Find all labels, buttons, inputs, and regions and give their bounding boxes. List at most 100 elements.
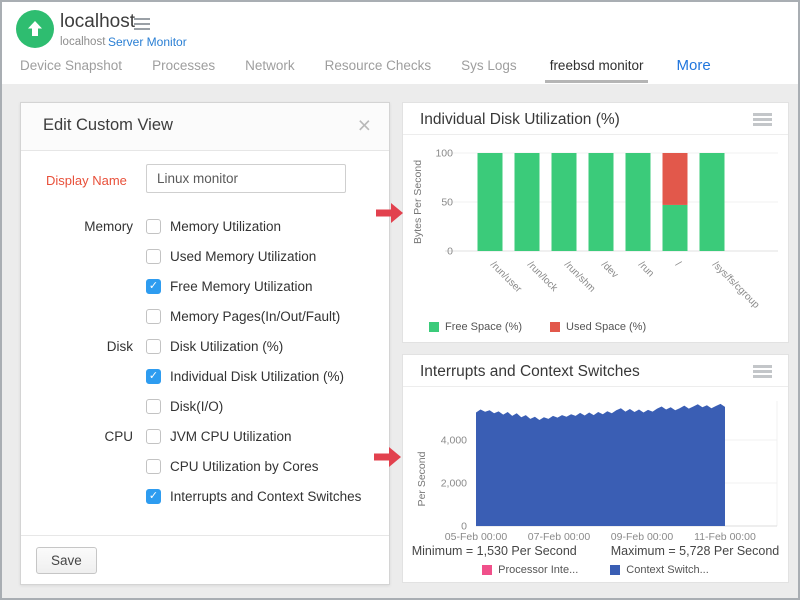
- checkbox-cpu-utilization-by-cores[interactable]: [146, 459, 161, 474]
- chart-menu-hamburger-icon[interactable]: [753, 113, 772, 128]
- x-tick-label: /run: [636, 259, 656, 279]
- chart-menu-hamburger-icon[interactable]: [753, 365, 772, 380]
- modal-footer: Save: [21, 535, 389, 586]
- red-arrow-to-interrupts-chart-icon: [374, 447, 401, 467]
- x-tick-label: 07-Feb 00:00: [528, 531, 591, 543]
- x-tick-label: 05-Feb 00:00: [445, 531, 508, 543]
- x-tick-label: /run/lock: [525, 259, 560, 294]
- page-title: localhost: [60, 11, 135, 33]
- disk-utilization-bar-chart: 050100Bytes Per Second/run/user/run/lock…: [409, 138, 784, 328]
- group-label-disk: Disk: [21, 339, 133, 354]
- context-switches-area: [476, 404, 725, 526]
- checkbox-disk-utilization[interactable]: [146, 339, 161, 354]
- option-row-memory-utilization: MemoryMemory Utilization: [21, 211, 389, 241]
- interrupts-context-switches-card: Interrupts and Context Switches 02,0004,…: [402, 354, 789, 583]
- breadcrumb-host: localhost: [60, 36, 105, 48]
- option-label-used-memory-utilization[interactable]: Used Memory Utilization: [170, 249, 316, 264]
- legend-swatch: [610, 565, 620, 575]
- legend-swatch: [550, 322, 560, 332]
- legend-swatch: [429, 322, 439, 332]
- x-tick-label: 09-Feb 00:00: [611, 531, 674, 543]
- legend-item-processor-inte[interactable]: Processor Inte...: [482, 564, 578, 576]
- chart-title-interrupts: Interrupts and Context Switches: [420, 363, 640, 381]
- y-axis-label: Per Second: [416, 451, 428, 506]
- bar-free-space-run-shm: [552, 153, 577, 251]
- bar-chart-legend: Free Space (%) Used Space (%): [429, 321, 646, 333]
- checkbox-memory-pages-in-out-fault[interactable]: [146, 309, 161, 324]
- header-menu-icon[interactable]: [134, 15, 150, 33]
- x-tick-label: /sys/fs/cgroup: [710, 259, 762, 311]
- option-label-free-memory-utilization[interactable]: Free Memory Utilization: [170, 279, 313, 294]
- tab-bar: Device Snapshot Processes Network Resource …: [2, 55, 798, 84]
- tab-resource-checks[interactable]: Resource Checks: [323, 55, 434, 80]
- option-row-memory-pages-in-out-fault: Memory Pages(In/Out/Fault): [21, 301, 389, 331]
- disk-utilization-card: Individual Disk Utilization (%) 0 50 100 By…: [402, 102, 789, 343]
- x-tick-label: 11-Feb 00:00: [694, 531, 756, 543]
- legend-item-context-switch[interactable]: Context Switch...: [610, 564, 709, 576]
- bar-free-space-sys-fs-cgroup: [700, 153, 725, 251]
- bar-free-space-run-user: [478, 153, 503, 251]
- card-header: Individual Disk Utilization (%): [403, 103, 788, 135]
- modal-header: Edit Custom View ×: [21, 103, 389, 151]
- y-tick-label: 100: [435, 148, 453, 160]
- option-label-jvm-cpu-utilization[interactable]: JVM CPU Utilization: [170, 429, 292, 444]
- option-label-memory-pages-in-out-fault[interactable]: Memory Pages(In/Out/Fault): [170, 309, 340, 324]
- group-label-cpu: CPU: [21, 429, 133, 444]
- option-row-interrupts-and-context-switches: ✓ Interrupts and Context Switches: [21, 481, 389, 511]
- bar-free-space-dev: [589, 153, 614, 251]
- bar-free-space-: [663, 205, 688, 251]
- area-chart-legend: Processor Inte... Context Switch...: [403, 564, 788, 576]
- legend-item-free-space[interactable]: Free Space (%): [429, 321, 522, 333]
- y-axis-label: Bytes Per Second: [412, 160, 424, 244]
- bar-free-space-run-lock: [515, 153, 540, 251]
- option-label-disk-utilization[interactable]: Disk Utilization (%): [170, 339, 283, 354]
- y-tick-label: 2,000: [441, 478, 467, 490]
- display-name-input[interactable]: [146, 164, 346, 193]
- close-icon[interactable]: ×: [358, 112, 371, 138]
- legend-label: Free Space (%): [445, 321, 522, 333]
- x-tick-label: /dev: [599, 259, 620, 280]
- option-label-interrupts-and-context-switches[interactable]: Interrupts and Context Switches: [170, 489, 361, 504]
- checkbox-disk-i-o[interactable]: [146, 399, 161, 414]
- option-row-used-memory-utilization: Used Memory Utilization: [21, 241, 389, 271]
- checkbox-jvm-cpu-utilization[interactable]: [146, 429, 161, 444]
- option-label-individual-disk-utilization[interactable]: Individual Disk Utilization (%): [170, 369, 344, 384]
- interrupts-area-chart: 02,0004,000Per Second05-Feb 00:0007-Feb …: [409, 387, 784, 543]
- edit-custom-view-modal: Edit Custom View × Display Name MemoryMe…: [20, 102, 390, 585]
- y-tick-label: 50: [441, 197, 453, 209]
- tab-network[interactable]: Network: [243, 55, 297, 80]
- option-row-individual-disk-utilization: ✓ Individual Disk Utilization (%): [21, 361, 389, 391]
- tab-device-snapshot[interactable]: Device Snapshot: [18, 55, 124, 80]
- option-row-disk-i-o: Disk(I/O): [21, 391, 389, 421]
- up-arrow-icon: [25, 19, 45, 39]
- monitor-status-icon: [16, 10, 54, 48]
- tab-freebsd-monitor[interactable]: freebsd monitor: [545, 55, 649, 83]
- checkbox-individual-disk-utilization[interactable]: ✓: [146, 369, 161, 384]
- option-row-jvm-cpu-utilization: CPU JVM CPU Utilization: [21, 421, 389, 451]
- legend-label: Used Space (%): [566, 321, 646, 333]
- legend-label: Processor Inte...: [498, 564, 578, 576]
- option-label-disk-i-o[interactable]: Disk(I/O): [170, 399, 223, 414]
- option-label-cpu-utilization-by-cores[interactable]: CPU Utilization by Cores: [170, 459, 319, 474]
- x-tick-label: /run/shm: [562, 259, 597, 294]
- x-tick-label: /: [673, 259, 683, 269]
- legend-item-used-space[interactable]: Used Space (%): [550, 321, 646, 333]
- save-button[interactable]: Save: [36, 547, 97, 574]
- checkbox-memory-utilization[interactable]: [146, 219, 161, 234]
- modal-title: Edit Custom View: [43, 116, 173, 135]
- checkbox-interrupts-and-context-switches[interactable]: ✓: [146, 489, 161, 504]
- option-row-disk-utilization: Disk Disk Utilization (%): [21, 331, 389, 361]
- option-row-free-memory-utilization: ✓ Free Memory Utilization: [21, 271, 389, 301]
- maximum-value: Maximum = 5,728 Per Second: [611, 544, 780, 558]
- option-label-memory-utilization[interactable]: Memory Utilization: [170, 219, 281, 234]
- tab-processes[interactable]: Processes: [150, 55, 217, 80]
- legend-label: Context Switch...: [626, 564, 709, 576]
- checkbox-used-memory-utilization[interactable]: [146, 249, 161, 264]
- tab-sys-logs[interactable]: Sys Logs: [459, 55, 519, 80]
- legend-swatch: [482, 565, 492, 575]
- checkbox-free-memory-utilization[interactable]: ✓: [146, 279, 161, 294]
- red-arrow-to-disk-chart-icon: [376, 203, 403, 223]
- y-tick-label: 0: [447, 246, 453, 258]
- breadcrumb-link-server-monitor[interactable]: Server Monitor: [108, 35, 187, 49]
- tab-more[interactable]: More: [674, 54, 712, 81]
